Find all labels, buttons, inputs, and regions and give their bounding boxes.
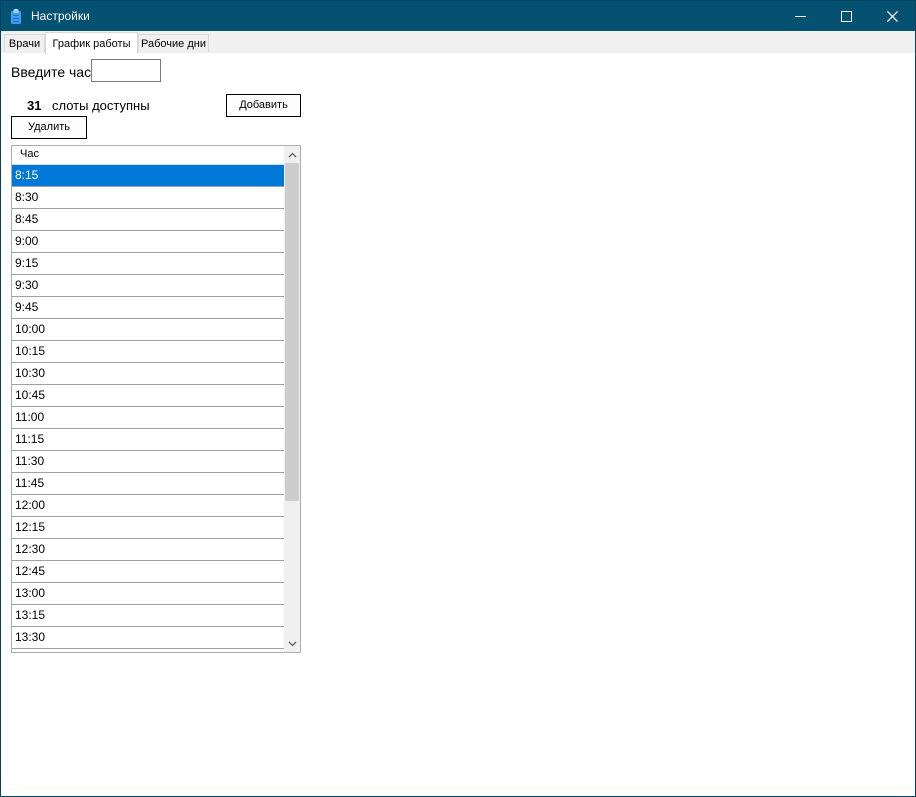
- table-row[interactable]: 11:15: [12, 429, 284, 451]
- vertical-scrollbar[interactable]: [284, 146, 300, 652]
- chevron-down-icon: [288, 641, 296, 646]
- table-row[interactable]: 8:30: [12, 187, 284, 209]
- table-row[interactable]: 11:45: [12, 473, 284, 495]
- grid-rows: 8:15 8:30 8:45 9:00 9:15 9:30 9:45 10:00 10:15 10…: [12, 165, 284, 652]
- add-button[interactable]: Добавить: [226, 94, 301, 117]
- window-title: Настройки: [31, 9, 90, 23]
- table-row[interactable]: 9:30: [12, 275, 284, 297]
- tab-schedule[interactable]: График работы: [45, 32, 138, 54]
- schedule-panel: Введите час 31 слоты доступны Добавить У…: [1, 53, 915, 796]
- hour-label: Введите час: [11, 64, 92, 80]
- hour-input[interactable]: [91, 59, 161, 82]
- clipboard-icon: [11, 9, 21, 24]
- chevron-up-icon: [288, 152, 296, 157]
- scroll-thumb[interactable]: [285, 163, 299, 501]
- hours-grid[interactable]: Час 8:15 8:30 8:45 9:00 9:15 9:30 9:45 10:00 10:…: [11, 145, 301, 653]
- slot-count: 31: [27, 98, 42, 113]
- table-row[interactable]: 8:15: [12, 165, 284, 187]
- tab-doctors[interactable]: Врачи: [4, 34, 45, 52]
- minimize-button[interactable]: [777, 1, 823, 31]
- table-row[interactable]: 12:15: [12, 517, 284, 539]
- table-row[interactable]: 11:00: [12, 407, 284, 429]
- table-row[interactable]: 10:00: [12, 319, 284, 341]
- maximize-icon: [840, 10, 852, 22]
- close-button[interactable]: [869, 1, 915, 31]
- table-row[interactable]: 12:45: [12, 561, 284, 583]
- table-row[interactable]: 13:15: [12, 605, 284, 627]
- column-header-label: Час: [20, 148, 39, 160]
- table-row[interactable]: 9:45: [12, 297, 284, 319]
- table-row[interactable]: 12:30: [12, 539, 284, 561]
- table-row[interactable]: 13:00: [12, 583, 284, 605]
- table-row[interactable]: 8:45: [12, 209, 284, 231]
- table-row[interactable]: 12:00: [12, 495, 284, 517]
- table-row[interactable]: 10:45: [12, 385, 284, 407]
- tab-strip: Врачи График работы Рабочие дни: [1, 31, 915, 54]
- table-row[interactable]: 10:15: [12, 341, 284, 363]
- table-row[interactable]: 10:30: [12, 363, 284, 385]
- settings-window: Настройки Врачи График работы Рабочие дн…: [0, 0, 916, 797]
- tab-working-days[interactable]: Рабочие дни: [138, 34, 209, 52]
- close-icon: [886, 10, 898, 22]
- delete-button[interactable]: Удалить: [11, 116, 87, 139]
- table-row[interactable]: 11:30: [12, 451, 284, 473]
- table-row[interactable]: 13:45: [12, 649, 284, 652]
- scroll-up-button[interactable]: [284, 146, 300, 163]
- table-row[interactable]: 9:15: [12, 253, 284, 275]
- scroll-down-button[interactable]: [284, 635, 300, 652]
- minimize-icon: [794, 15, 806, 17]
- maximize-button[interactable]: [823, 1, 869, 31]
- table-row[interactable]: 13:30: [12, 627, 284, 649]
- title-bar[interactable]: Настройки: [1, 1, 915, 31]
- table-row[interactable]: 9:00: [12, 231, 284, 253]
- slot-available-label: слоты доступны: [52, 98, 150, 113]
- column-header-hour[interactable]: Час: [12, 146, 284, 165]
